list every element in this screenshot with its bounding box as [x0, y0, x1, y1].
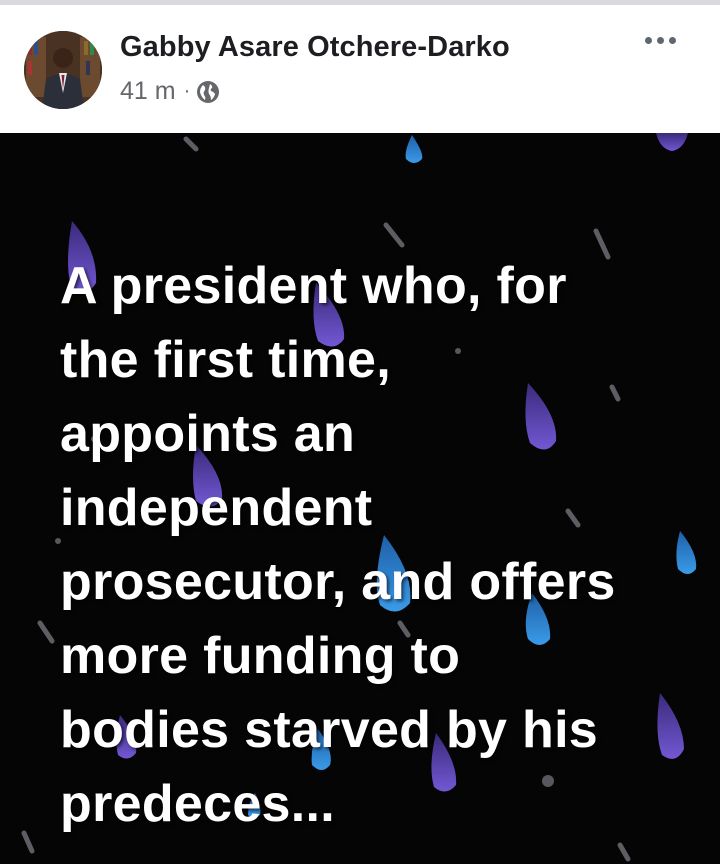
- post-text-line: appoints an: [60, 405, 356, 463]
- post-text-line[interactable]: predeces...: [60, 767, 700, 841]
- avatar[interactable]: [24, 31, 102, 109]
- post-text-line: A president who, for: [60, 257, 567, 315]
- more-options-button[interactable]: [639, 31, 682, 50]
- post-text-line: bodies starved by his: [60, 701, 599, 759]
- post-header: Gabby Asare Otchere-Darko 41 m ·: [0, 5, 720, 133]
- post-time[interactable]: 41 m: [120, 77, 176, 106]
- post-text-line: more funding to: [60, 627, 461, 685]
- post-text: A president who, for the first time, app…: [60, 249, 700, 841]
- post-text-line: the first time,: [60, 331, 391, 389]
- more-dot: [657, 37, 664, 44]
- author-name[interactable]: Gabby Asare Otchere-Darko: [120, 31, 510, 64]
- globe-icon[interactable]: [196, 80, 220, 104]
- post-text-line: prosecutor, and offers: [60, 553, 616, 611]
- post-text-line: independent: [60, 479, 373, 537]
- post-meta: 41 m ·: [120, 77, 220, 106]
- post-background[interactable]: A president who, for the first time, app…: [0, 133, 720, 864]
- more-dot: [645, 37, 652, 44]
- meta-separator: ·: [183, 80, 191, 102]
- more-dot: [669, 37, 676, 44]
